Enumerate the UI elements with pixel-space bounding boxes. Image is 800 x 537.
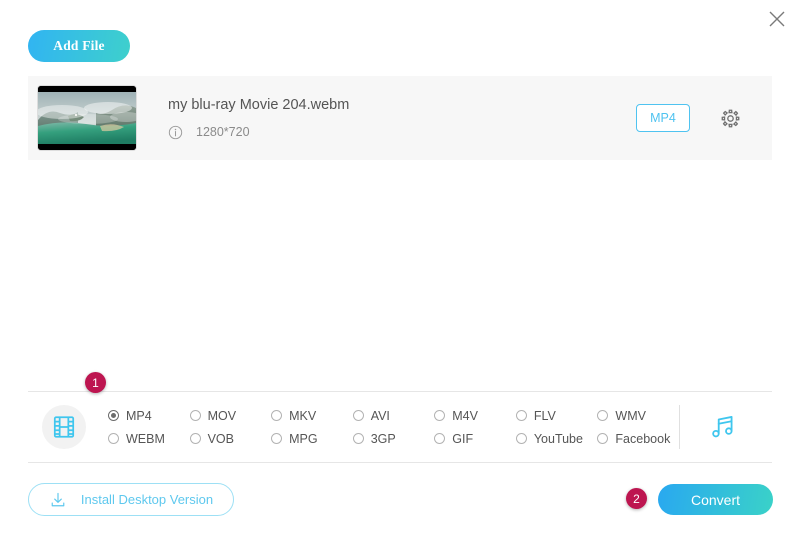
- radio-dot: [189, 410, 201, 421]
- radio-dot: [352, 410, 364, 421]
- format-radio-wmv[interactable]: WMV: [597, 404, 678, 427]
- format-radio-mp4[interactable]: MP4: [108, 404, 189, 427]
- format-radio-label: Facebook: [615, 431, 671, 446]
- format-radio-label: VOB: [207, 431, 234, 446]
- format-radio-3gp[interactable]: 3GP: [352, 427, 434, 450]
- format-radio-label: M4V: [452, 408, 478, 423]
- file-info: my blu-ray Movie 204.webm 1280*720: [168, 97, 636, 140]
- audio-formats-button[interactable]: [706, 410, 740, 444]
- radio-dot: [271, 410, 283, 421]
- radio-dot: [271, 433, 283, 444]
- format-radio-label: MOV: [207, 408, 237, 423]
- format-radio-webm[interactable]: WEBM: [108, 427, 189, 450]
- file-format-tag-label: MP4: [650, 111, 676, 125]
- format-radio-grid: MP4 MOV MKV AVI M4V FLV WMV WEBM VOB MPG 3GP GIF You…: [108, 404, 679, 450]
- radio-dot: [108, 410, 119, 421]
- format-radio-gif[interactable]: GIF: [434, 427, 515, 450]
- format-radio-avi[interactable]: AVI: [352, 404, 434, 427]
- step-badge-2: 2: [626, 488, 647, 509]
- music-note-icon: [712, 416, 733, 438]
- add-file-button[interactable]: Add File: [28, 30, 130, 62]
- format-radio-mkv[interactable]: MKV: [271, 404, 352, 427]
- radio-dot: [434, 410, 446, 421]
- install-desktop-version-label: Install Desktop Version: [80, 492, 214, 507]
- radio-dot: [597, 410, 609, 421]
- film-strip-icon: [53, 416, 75, 438]
- file-meta: 1280*720: [168, 125, 636, 140]
- format-radio-label: FLV: [533, 408, 556, 423]
- radio-dot: [434, 433, 446, 444]
- video-formats-button[interactable]: [42, 405, 86, 449]
- file-thumbnail: [38, 86, 136, 150]
- convert-button[interactable]: Convert: [658, 484, 773, 515]
- install-desktop-version-button[interactable]: Install Desktop Version: [28, 483, 234, 516]
- download-icon: [51, 492, 65, 506]
- panel-divider: [679, 405, 680, 449]
- aerial-landscape-thumbnail-image: [38, 86, 136, 150]
- radio-dot: [515, 433, 527, 444]
- format-radio-youtube[interactable]: YouTube: [515, 427, 597, 450]
- format-radio-mpg[interactable]: MPG: [271, 427, 352, 450]
- format-radio-mov[interactable]: MOV: [189, 404, 271, 427]
- format-radio-vob[interactable]: VOB: [189, 427, 271, 450]
- step-badge-1: 1: [85, 372, 106, 393]
- radio-dot: [515, 410, 527, 421]
- info-icon: [168, 125, 183, 139]
- format-radio-label: YouTube: [533, 431, 583, 446]
- radio-dot: [189, 433, 201, 444]
- radio-dot: [352, 433, 364, 444]
- format-radio-label: MKV: [289, 408, 317, 423]
- file-name: my blu-ray Movie 204.webm: [168, 96, 350, 113]
- file-resolution: 1280*720: [196, 125, 250, 139]
- format-radio-flv[interactable]: FLV: [515, 404, 597, 427]
- format-radio-label: WEBM: [126, 431, 165, 446]
- close-window-button[interactable]: [762, 4, 792, 34]
- gear-icon: [721, 109, 739, 127]
- file-settings-button[interactable]: [718, 106, 742, 130]
- output-format-panel: MP4 MOV MKV AVI M4V FLV WMV WEBM VOB MPG 3GP GIF You…: [28, 391, 772, 463]
- format-radio-label: WMV: [615, 408, 646, 423]
- file-format-tag-button[interactable]: MP4: [636, 104, 690, 132]
- format-radio-label: MP4: [126, 408, 152, 423]
- file-list-item[interactable]: my blu-ray Movie 204.webm 1280*720 MP4: [28, 76, 772, 160]
- format-radio-facebook[interactable]: Facebook: [597, 427, 678, 450]
- format-radio-m4v[interactable]: M4V: [434, 404, 515, 427]
- format-radio-label: 3GP: [370, 431, 396, 446]
- radio-dot: [108, 433, 119, 444]
- close-icon: [769, 11, 785, 27]
- radio-dot: [597, 433, 609, 444]
- format-radio-label: MPG: [289, 431, 318, 446]
- format-radio-label: AVI: [370, 408, 390, 423]
- convert-button-label: Convert: [690, 491, 741, 508]
- add-file-label: Add File: [53, 38, 105, 53]
- format-radio-label: GIF: [452, 431, 474, 446]
